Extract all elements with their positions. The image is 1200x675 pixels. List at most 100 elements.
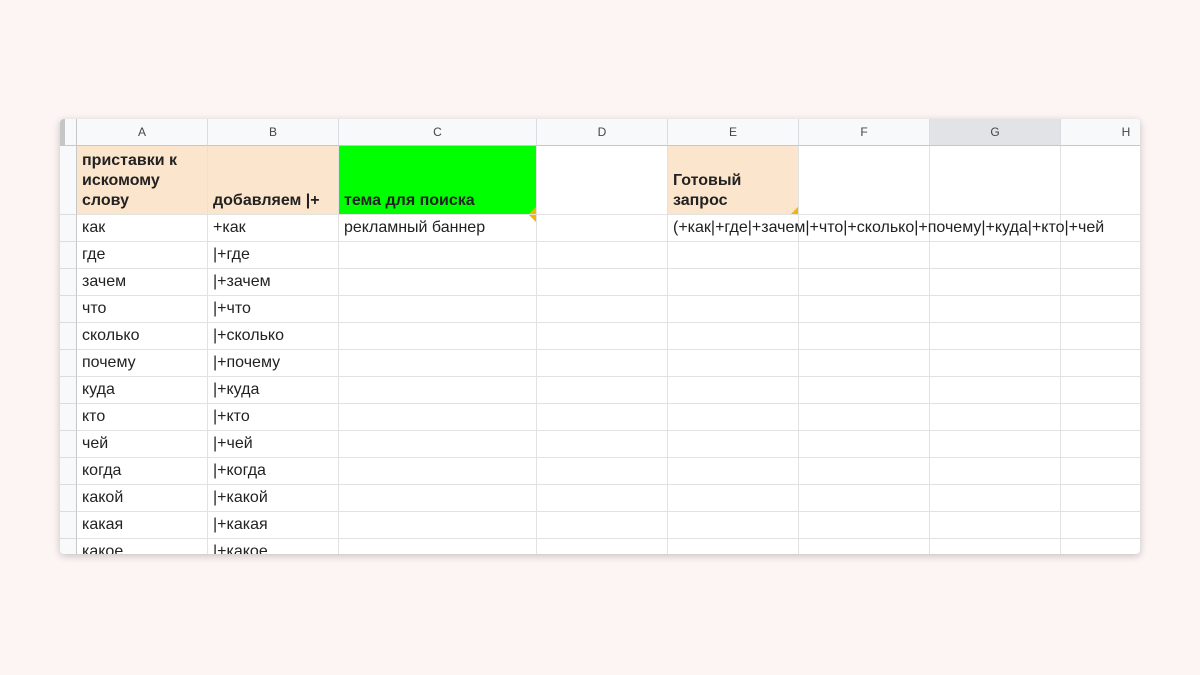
cell-a13[interactable]: какая (77, 512, 208, 539)
cell-f10[interactable] (799, 431, 930, 458)
column-header-d[interactable]: D (537, 119, 668, 146)
row-header[interactable] (60, 350, 77, 377)
cell-d10[interactable] (537, 431, 668, 458)
cell-d14[interactable] (537, 539, 668, 554)
cell-c5[interactable] (339, 296, 537, 323)
cell-h4[interactable] (1061, 269, 1140, 296)
cell-h1[interactable] (1061, 146, 1140, 215)
cell-e4[interactable] (668, 269, 799, 296)
cell-g5[interactable] (930, 296, 1061, 323)
row-header[interactable] (60, 269, 77, 296)
comment-indicator-icon[interactable] (529, 215, 536, 222)
cell-h10[interactable] (1061, 431, 1140, 458)
cell-d12[interactable] (537, 485, 668, 512)
cell-c2[interactable]: рекламный баннер (339, 215, 537, 242)
cell-g1[interactable] (930, 146, 1061, 215)
cell-g12[interactable] (930, 485, 1061, 512)
row-header[interactable] (60, 485, 77, 512)
cell-b1[interactable]: добавляем |+ (208, 146, 339, 215)
cell-a2[interactable]: как (77, 215, 208, 242)
cell-h9[interactable] (1061, 404, 1140, 431)
cell-b10[interactable]: |+чей (208, 431, 339, 458)
cell-e11[interactable] (668, 458, 799, 485)
row-header[interactable] (60, 377, 77, 404)
column-header-e[interactable]: E (668, 119, 799, 146)
cell-d11[interactable] (537, 458, 668, 485)
cell-b4[interactable]: |+зачем (208, 269, 339, 296)
cell-d13[interactable] (537, 512, 668, 539)
cell-e3[interactable] (668, 242, 799, 269)
cell-f14[interactable] (799, 539, 930, 554)
cell-e7[interactable] (668, 350, 799, 377)
cell-e12[interactable] (668, 485, 799, 512)
cell-f6[interactable] (799, 323, 930, 350)
row-header[interactable] (60, 296, 77, 323)
cell-f5[interactable] (799, 296, 930, 323)
cell-a3[interactable]: где (77, 242, 208, 269)
cell-g6[interactable] (930, 323, 1061, 350)
cell-d9[interactable] (537, 404, 668, 431)
cell-d5[interactable] (537, 296, 668, 323)
cell-h5[interactable] (1061, 296, 1140, 323)
cell-b8[interactable]: |+куда (208, 377, 339, 404)
cell-f3[interactable] (799, 242, 930, 269)
row-header[interactable] (60, 539, 77, 554)
row-header[interactable] (60, 146, 77, 215)
cell-h3[interactable] (1061, 242, 1140, 269)
cell-b12[interactable]: |+какой (208, 485, 339, 512)
cell-f1[interactable] (799, 146, 930, 215)
cell-h8[interactable] (1061, 377, 1140, 404)
column-header-a[interactable]: A (77, 119, 208, 146)
cell-b6[interactable]: |+сколько (208, 323, 339, 350)
cell-c11[interactable] (339, 458, 537, 485)
cell-g10[interactable] (930, 431, 1061, 458)
cell-a4[interactable]: зачем (77, 269, 208, 296)
cell-h11[interactable] (1061, 458, 1140, 485)
cell-b14[interactable]: |+какое (208, 539, 339, 554)
cell-e6[interactable] (668, 323, 799, 350)
cell-b2[interactable]: +как (208, 215, 339, 242)
column-header-g[interactable]: G (930, 119, 1061, 146)
column-header-c[interactable]: C (339, 119, 537, 146)
cell-g13[interactable] (930, 512, 1061, 539)
cell-c3[interactable] (339, 242, 537, 269)
cell-g8[interactable] (930, 377, 1061, 404)
cell-c6[interactable] (339, 323, 537, 350)
cell-f13[interactable] (799, 512, 930, 539)
cell-d7[interactable] (537, 350, 668, 377)
cell-c4[interactable] (339, 269, 537, 296)
cell-a1[interactable]: приставки к искомому слову (77, 146, 208, 215)
cell-b13[interactable]: |+какая (208, 512, 339, 539)
cell-d4[interactable] (537, 269, 668, 296)
cell-e10[interactable] (668, 431, 799, 458)
cell-d6[interactable] (537, 323, 668, 350)
cell-a5[interactable]: что (77, 296, 208, 323)
cell-h6[interactable] (1061, 323, 1140, 350)
cell-g11[interactable] (930, 458, 1061, 485)
cell-a8[interactable]: куда (77, 377, 208, 404)
cell-f4[interactable] (799, 269, 930, 296)
comment-indicator-icon[interactable] (791, 207, 798, 214)
cell-f8[interactable] (799, 377, 930, 404)
cell-h12[interactable] (1061, 485, 1140, 512)
cell-f7[interactable] (799, 350, 930, 377)
cell-b5[interactable]: |+что (208, 296, 339, 323)
cell-c14[interactable] (339, 539, 537, 554)
column-header-f[interactable]: F (799, 119, 930, 146)
cell-h7[interactable] (1061, 350, 1140, 377)
cell-a6[interactable]: сколько (77, 323, 208, 350)
cell-a12[interactable]: какой (77, 485, 208, 512)
cell-a7[interactable]: почему (77, 350, 208, 377)
cell-h13[interactable] (1061, 512, 1140, 539)
cell-e1[interactable]: Готовый запрос (668, 146, 799, 215)
cell-c1[interactable]: тема для поиска (339, 146, 537, 215)
cell-g9[interactable] (930, 404, 1061, 431)
cell-d1[interactable] (537, 146, 668, 215)
comment-indicator-icon[interactable] (529, 207, 536, 214)
cell-d2[interactable] (537, 215, 668, 242)
row-header[interactable] (60, 404, 77, 431)
cell-a11[interactable]: когда (77, 458, 208, 485)
column-header-h[interactable]: H (1061, 119, 1140, 146)
cell-e13[interactable] (668, 512, 799, 539)
cell-c12[interactable] (339, 485, 537, 512)
